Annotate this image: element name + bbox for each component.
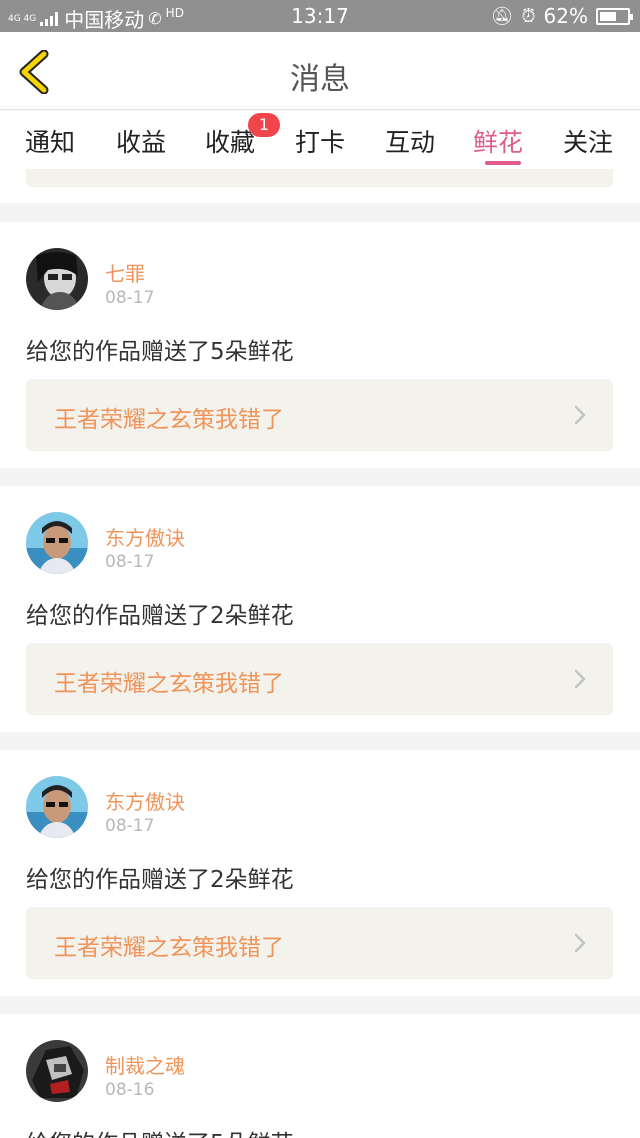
sender-name[interactable]: 七罪 <box>105 258 145 287</box>
tab-notifications[interactable]: 通知 <box>10 123 90 159</box>
message-date: 08-16 <box>105 1080 155 1100</box>
work-link-partial[interactable] <box>26 169 613 187</box>
tab-label: 收藏 <box>204 128 255 157</box>
tab-interaction[interactable]: 互动 <box>370 123 450 159</box>
work-link[interactable]: 王者荣耀之玄策我错了 <box>26 907 613 979</box>
tab-label: 收益 <box>115 128 166 157</box>
message-text: 给您的作品赠送了2朵鲜花 <box>26 603 294 629</box>
avatar[interactable] <box>26 248 88 310</box>
chevron-right-icon <box>574 933 586 953</box>
message-date: 08-17 <box>105 816 155 836</box>
message-card: 东方傲诀 08-17 给您的作品赠送了2朵鲜花 王者荣耀之玄策我错了 <box>0 486 640 732</box>
message-card: 东方傲诀 08-17 给您的作品赠送了2朵鲜花 王者荣耀之玄策我错了 <box>0 750 640 996</box>
tab-label: 鲜花 <box>472 128 523 157</box>
unread-badge: 1 <box>248 113 280 137</box>
message-card-partial <box>0 169 640 203</box>
message-date: 08-17 <box>105 288 155 308</box>
message-text: 给您的作品赠送了5朵鲜花 <box>26 1124 294 1138</box>
work-link[interactable]: 王者荣耀之玄策我错了 <box>26 643 613 715</box>
message-card: 七罪 08-17 给您的作品赠送了5朵鲜花 王者荣耀之玄策我错了 <box>0 222 640 468</box>
message-text: 给您的作品赠送了5朵鲜花 <box>26 339 294 365</box>
tab-underline <box>485 161 521 165</box>
battery-percent: 62% <box>543 4 588 28</box>
message-card: 制裁之魂 08-16 给您的作品赠送了5朵鲜花 <box>0 1014 640 1138</box>
work-title: 王者荣耀之玄策我错了 <box>54 935 284 961</box>
tab-flowers[interactable]: 鲜花 <box>458 123 538 165</box>
mute-icon: 🔕︎ <box>490 5 514 27</box>
sender-name[interactable]: 制裁之魂 <box>105 1050 185 1079</box>
message-date: 08-17 <box>105 552 155 572</box>
alarm-icon: ⏰︎ <box>521 5 536 27</box>
work-title: 王者荣耀之玄策我错了 <box>54 671 284 697</box>
work-link[interactable]: 王者荣耀之玄策我错了 <box>26 379 613 451</box>
battery-icon <box>596 7 633 25</box>
message-text: 给您的作品赠送了2朵鲜花 <box>26 867 294 893</box>
avatar[interactable] <box>26 1040 88 1102</box>
work-title: 王者荣耀之玄策我错了 <box>54 407 284 433</box>
tab-bar: 通知 收益 收藏 1 打卡 互动 鲜花 关注 <box>0 111 640 169</box>
tab-label: 通知 <box>24 128 75 157</box>
tab-checkin[interactable]: 打卡 <box>280 123 360 159</box>
nav-header: 消息 <box>0 32 640 110</box>
avatar[interactable] <box>26 776 88 838</box>
chevron-right-icon <box>574 405 586 425</box>
tab-label: 打卡 <box>294 128 345 157</box>
page-title: 消息 <box>290 62 350 97</box>
sender-name[interactable]: 东方傲诀 <box>105 786 185 815</box>
tab-favorites[interactable]: 收藏 1 <box>190 113 280 159</box>
sender-name[interactable]: 东方傲诀 <box>105 522 185 551</box>
avatar[interactable] <box>26 512 88 574</box>
tab-label: 互动 <box>384 128 435 157</box>
tab-follow[interactable]: 关注 <box>548 123 628 159</box>
status-bar: 4G 4G 中国移动 ✆ HD 13:17 🔕︎ ⏰︎ 62% <box>0 0 640 32</box>
tab-earnings[interactable]: 收益 <box>101 123 181 159</box>
tab-label: 关注 <box>562 128 613 157</box>
chevron-right-icon <box>574 669 586 689</box>
